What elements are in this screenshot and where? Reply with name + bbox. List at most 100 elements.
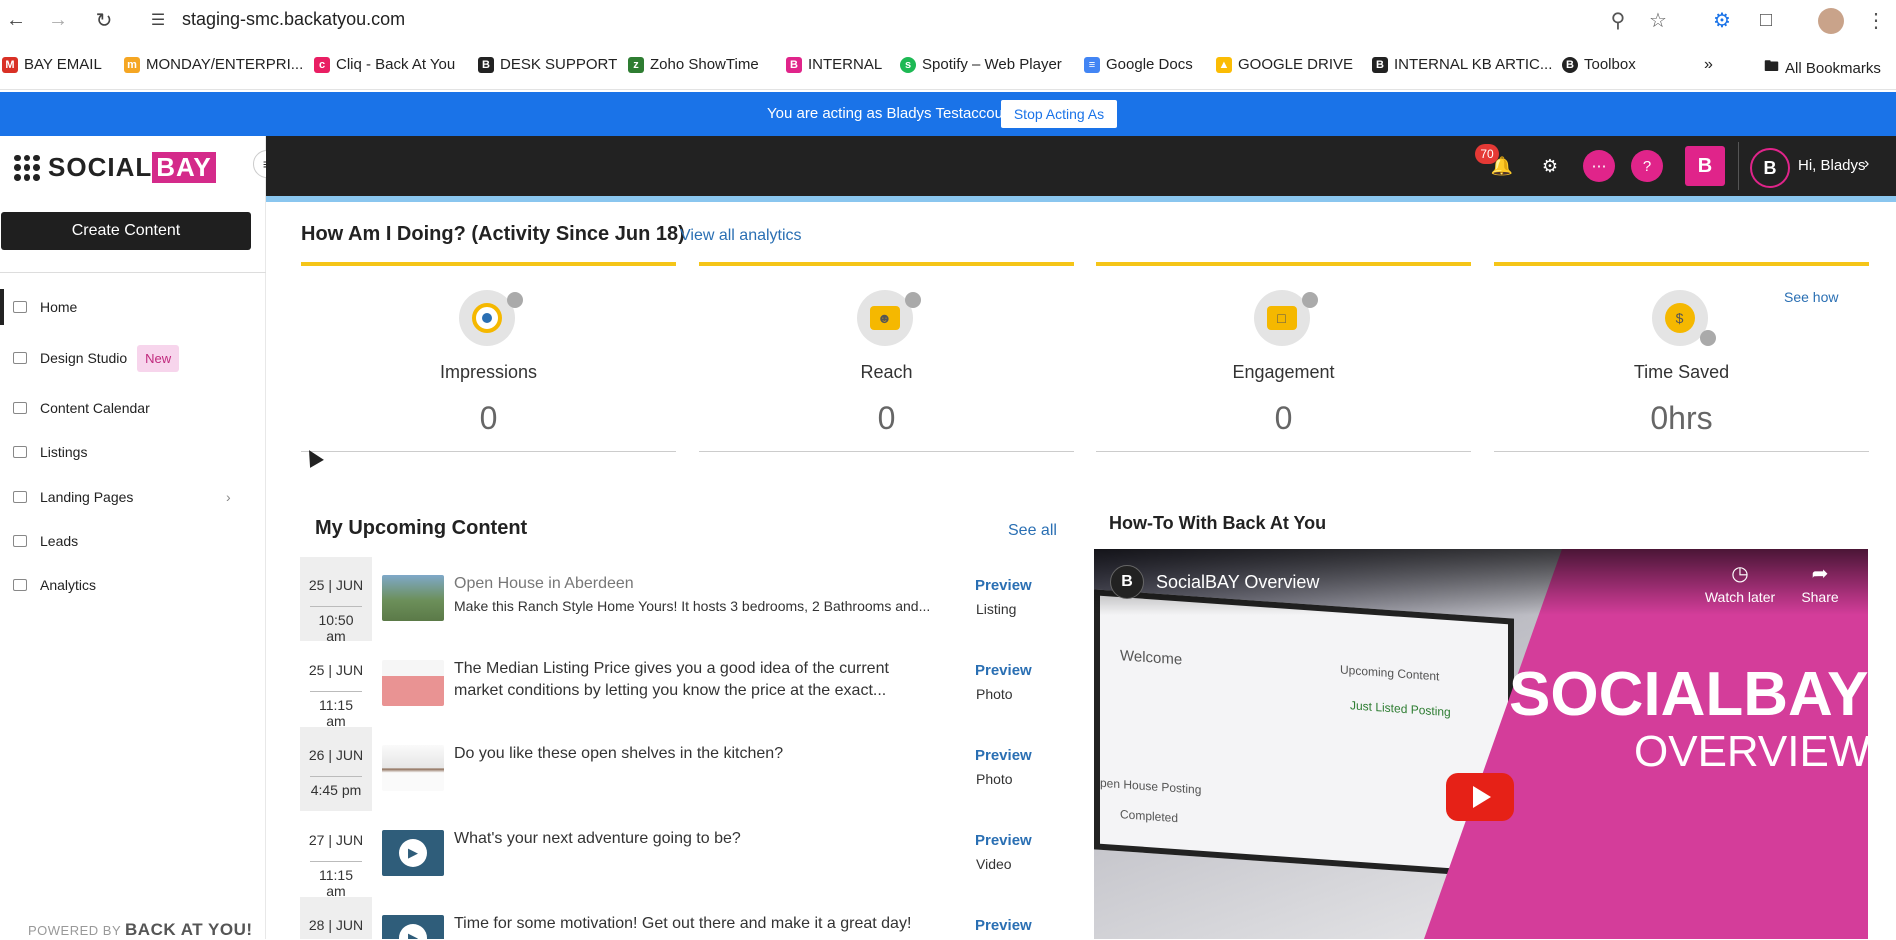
bookmark-item[interactable]: B INTERNAL KB ARTIC... (1372, 56, 1552, 73)
sidebar-item-content-calendar[interactable]: Content Calendar (0, 390, 266, 426)
channel-avatar[interactable]: B (1110, 565, 1144, 599)
video-overlay-subtitle: OVERVIEW (1634, 727, 1868, 776)
browser-chrome: ← → ↻ ☰ staging-smc.backatyou.com ⚲ ☆ ⚙ … (0, 0, 1896, 90)
bookmark-item[interactable]: B Toolbox (1562, 56, 1636, 73)
video-laptop-screen: Welcome Upcoming Content Just Listed Pos… (1094, 589, 1514, 879)
gmail-icon: M (2, 56, 18, 73)
bookmark-item[interactable]: m MONDAY/ENTERPRI... (124, 56, 303, 73)
upcoming-content-row[interactable]: 27 | JUN 11:15 am ▶ What's your next adv… (300, 812, 1070, 899)
bookmark-item[interactable]: B DESK SUPPORT (478, 56, 617, 73)
socialbay-logo[interactable]: SOCIAL BAY (14, 152, 216, 183)
content-title: Time for some motivation! Get out there … (454, 915, 912, 932)
content-thumbnail (382, 660, 444, 706)
reload-icon[interactable]: ↻ (90, 6, 118, 34)
preview-link[interactable]: Preview (975, 832, 1032, 849)
chat-icon[interactable]: ⋯ (1583, 150, 1615, 182)
content-title: What's your next adventure going to be? (454, 830, 741, 847)
back-arrow-icon[interactable]: ← (2, 6, 30, 34)
date-label: 25 | JUN (308, 577, 364, 593)
preview-link[interactable]: Preview (975, 577, 1032, 594)
forward-arrow-icon[interactable]: → (44, 6, 72, 34)
view-all-analytics-link[interactable]: View all analytics (680, 227, 802, 245)
spotify-icon: s (900, 56, 916, 73)
folder-icon: 🖿 (1764, 58, 1780, 75)
stat-label: Reach (860, 362, 913, 382)
more-bookmarks-icon[interactable]: » (1704, 56, 1713, 74)
cliq-icon: c (314, 56, 330, 73)
reach-icon: ☻ (856, 290, 921, 346)
browser-menu-icon[interactable]: ⋮ (1862, 6, 1890, 34)
youtube-video-embed[interactable]: Welcome Upcoming Content Just Listed Pos… (1094, 549, 1868, 939)
site-settings-icon[interactable]: ☰ (144, 6, 172, 34)
brand-switcher-icon[interactable]: B (1685, 146, 1725, 186)
sidebar-item-label: Leads (40, 533, 79, 549)
zoom-icon[interactable]: ⚲ (1604, 6, 1632, 34)
bookmark-item[interactable]: ▲ GOOGLE DRIVE (1216, 56, 1353, 73)
sidebar-item-analytics[interactable]: Analytics (0, 567, 266, 603)
gear-icon[interactable]: ⚙ (1534, 150, 1566, 182)
apps-grid-icon (14, 154, 40, 181)
date-block: 26 | JUN 4:45 pm (300, 727, 372, 811)
chevron-right-icon[interactable]: › (1864, 155, 1869, 173)
date-label: 26 | JUN (308, 747, 364, 763)
share-icon: ➦ (1811, 563, 1829, 585)
bookmark-item[interactable]: M BAY EMAIL (2, 56, 102, 73)
preview-link[interactable]: Preview (975, 917, 1032, 934)
youtube-play-button[interactable] (1446, 773, 1514, 821)
stat-value: 0 (479, 400, 498, 436)
sidebar-item-leads[interactable]: Leads (0, 523, 266, 559)
bookmark-star-icon[interactable]: ☆ (1644, 6, 1672, 34)
time-label: 11:15 am (310, 861, 362, 899)
help-icon[interactable]: ? (1631, 150, 1663, 182)
see-all-link[interactable]: See all (1008, 522, 1057, 540)
profile-avatar-icon[interactable] (1818, 8, 1844, 34)
bookmark-item[interactable]: c Cliq - Back At You (314, 56, 455, 73)
content-title: The Median Listing Price gives you a goo… (454, 660, 889, 699)
avatar[interactable]: B (1750, 148, 1790, 188)
content-text: Open House in Aberdeen Make this Ranch S… (454, 573, 934, 617)
google-drive-icon: ▲ (1216, 56, 1232, 73)
bookmark-item[interactable]: z Zoho ShowTime (628, 56, 759, 73)
listings-icon (13, 446, 27, 458)
video-title[interactable]: SocialBAY Overview (1156, 572, 1319, 593)
sidebar-divider (0, 272, 266, 273)
acting-as-text: You are acting as Bladys Testaccount (767, 105, 1016, 122)
stat-label: Impressions (439, 362, 538, 382)
share-button[interactable]: ➦ Share (1790, 561, 1850, 605)
all-bookmarks[interactable]: 🖿 All Bookmarks (1764, 56, 1881, 81)
upcoming-content-row[interactable]: 25 | JUN 10:50 am Open House in Aberdeen… (300, 557, 1070, 644)
upcoming-content-title: My Upcoming Content (315, 517, 528, 539)
extensions-puzzle-icon[interactable]: □ (1752, 6, 1780, 34)
logo-text-social: SOCIAL (48, 152, 153, 182)
address-bar[interactable]: staging-smc.backatyou.com (182, 9, 405, 30)
bookmarks-bar: M BAY EMAIL m MONDAY/ENTERPRI... c Cliq - B… (0, 50, 1896, 80)
bookmark-item[interactable]: ≡ Google Docs (1084, 56, 1193, 73)
watch-later-button[interactable]: ◷ Watch later (1700, 561, 1780, 605)
sidebar-item-listings[interactable]: Listings (0, 434, 266, 470)
powered-brand: BACK AT YOU! (125, 920, 253, 939)
stat-label: Engagement (1232, 362, 1335, 382)
engagement-icon: □ (1253, 290, 1318, 346)
content-type: Photo (976, 771, 1013, 787)
user-greeting[interactable]: Hi, Bladys (1798, 157, 1866, 174)
content-text: The Median Listing Price gives you a goo… (454, 658, 934, 702)
sidebar-item-label: Analytics (40, 577, 97, 593)
sidebar-item-home[interactable]: Home (0, 289, 266, 325)
upcoming-content-row[interactable]: 28 | JUN ▶ Time for some motivation! Get… (300, 897, 1070, 939)
stop-acting-button[interactable]: Stop Acting As (1001, 100, 1117, 128)
see-how-link[interactable]: See how (1784, 289, 1838, 305)
preview-link[interactable]: Preview (975, 662, 1032, 679)
time-saved-icon: $ (1651, 290, 1716, 346)
sidebar-item-landing-pages[interactable]: Landing Pages › (0, 479, 266, 515)
upcoming-content-row[interactable]: 26 | JUN 4:45 pm Do you like these open … (300, 727, 1070, 811)
preview-link[interactable]: Preview (975, 747, 1032, 764)
new-badge: New (137, 344, 180, 372)
content-text: Do you like these open shelves in the ki… (454, 743, 934, 765)
bookmark-item[interactable]: B INTERNAL (786, 56, 882, 73)
bookmark-item[interactable]: s Spotify – Web Player (900, 56, 1062, 73)
upcoming-content-row[interactable]: 25 | JUN 11:15 am The Median Listing Pri… (300, 642, 1070, 729)
extension-icon[interactable]: ⚙ (1708, 6, 1736, 34)
sidebar-item-design-studio[interactable]: Design Studio New (0, 340, 266, 376)
create-content-button[interactable]: Create Content (1, 212, 251, 250)
time-label: 11:15 am (310, 691, 362, 729)
